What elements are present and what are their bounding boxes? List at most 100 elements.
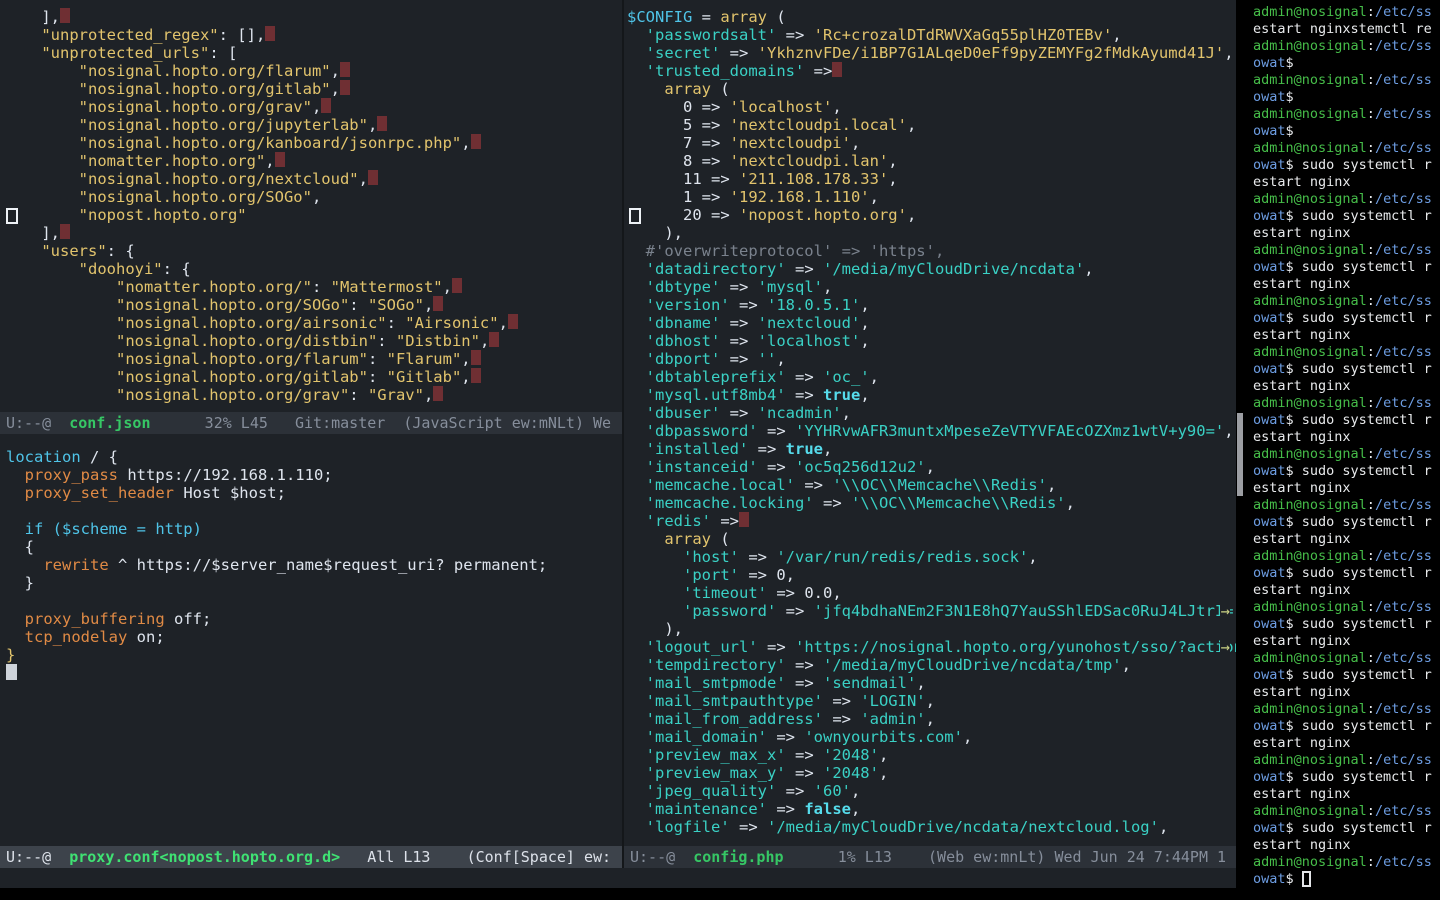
code-segment: : bbox=[1367, 4, 1375, 20]
code-segment: admin@nosignal bbox=[1253, 599, 1367, 615]
code-segment bbox=[4, 80, 79, 98]
modeline-proxy-conf: U:--@ proxy.conf<nopost.hopto.org.d> All… bbox=[0, 846, 622, 868]
code-line: 'jpeg_quality' => '60', bbox=[627, 782, 1230, 800]
code-segment: 'passwordsalt' bbox=[646, 26, 777, 44]
code-segment: "Distbin" bbox=[396, 332, 480, 350]
code-line: admin@nosignal:/etc/ss bbox=[1253, 854, 1440, 871]
code-segment: /etc/ss bbox=[1375, 701, 1432, 717]
code-segment: tcp_nodelay bbox=[25, 628, 128, 646]
code-line: "nosignal.hopto.org/distbin": "Distbin", bbox=[4, 332, 622, 350]
code-segment: 'jpeg_quality' bbox=[646, 782, 777, 800]
code-segment: 'nextcloudpi' bbox=[730, 134, 851, 152]
code-area-config-php[interactable]: $CONFIG = array ( 'passwordsalt' => 'Rc+… bbox=[624, 0, 1236, 846]
code-segment: , bbox=[480, 332, 489, 350]
code-segment: estart nginx bbox=[1253, 225, 1351, 241]
code-segment bbox=[627, 512, 646, 530]
code-line: "nosignal.hopto.org/gitlab", bbox=[4, 80, 622, 98]
code-segment: "nosignal.hopto.org/nextcloud" bbox=[79, 170, 359, 188]
code-line: owat$ sudo systemctl r bbox=[1253, 463, 1440, 480]
code-line: 'dbtableprefix' => 'oc_', bbox=[627, 368, 1230, 386]
code-area-conf-json[interactable]: ], "unprotected_regex": [], "unprotected… bbox=[0, 0, 622, 412]
echo-area[interactable] bbox=[0, 868, 1236, 888]
terminal-scrollbar[interactable] bbox=[1237, 413, 1243, 496]
code-line: 'passwordsalt' => 'Rc+crozalDTdRWVXaGq55… bbox=[627, 26, 1230, 44]
code-segment: 0 => bbox=[627, 98, 730, 116]
code-segment: 1 => bbox=[627, 188, 730, 206]
code-line: owat$ sudo systemctl r bbox=[1253, 412, 1440, 429]
code-line: 'datadirectory' => '/media/myCloudDrive/… bbox=[627, 260, 1230, 278]
code-line: array ( bbox=[627, 530, 1230, 548]
code-segment bbox=[627, 638, 646, 656]
code-segment: '\\OC\\Memcache\\Redis' bbox=[832, 476, 1047, 494]
code-segment: 'redis' bbox=[646, 512, 711, 530]
code-segment: ), bbox=[627, 224, 683, 242]
code-segment: owat bbox=[1253, 259, 1286, 275]
code-segment: "nosignal.hopto.org/kanboard/jsonrpc.php… bbox=[79, 134, 462, 152]
code-segment: : bbox=[1367, 650, 1375, 666]
code-segment: $ bbox=[1286, 55, 1294, 71]
code-segment: , bbox=[424, 296, 433, 314]
code-line: admin@nosignal:/etc/ss bbox=[1253, 599, 1440, 616]
code-segment: : bbox=[1367, 344, 1375, 360]
code-segment bbox=[627, 314, 646, 332]
code-segment bbox=[4, 26, 41, 44]
code-segment: owat bbox=[1253, 310, 1286, 326]
code-segment: : bbox=[1367, 242, 1375, 258]
code-segment: : bbox=[1367, 803, 1375, 819]
editor-pane-proxy-conf[interactable]: location / { proxy_pass https://192.168.… bbox=[0, 434, 624, 868]
code-segment: '' bbox=[758, 350, 777, 368]
code-segment: , bbox=[860, 296, 869, 314]
code-segment: 'dbport' bbox=[646, 350, 721, 368]
code-segment: estart nginx bbox=[1253, 684, 1351, 700]
editor-pane-conf-json[interactable]: ], "unprotected_regex": [], "unprotected… bbox=[0, 0, 624, 434]
code-segment bbox=[6, 628, 25, 646]
code-segment: /etc/ss bbox=[1375, 140, 1432, 156]
code-segment: , bbox=[860, 332, 869, 350]
code-line: proxy_buffering off; bbox=[6, 610, 622, 628]
code-segment bbox=[627, 260, 646, 278]
code-segment: 'ncadmin' bbox=[758, 404, 842, 422]
code-segment: : bbox=[1367, 293, 1375, 309]
code-line: ], bbox=[4, 224, 622, 242]
code-segment: $ sudo systemctl r bbox=[1286, 310, 1432, 326]
code-line: "nomatter.hopto.org/": "Mattermost", bbox=[4, 278, 622, 296]
code-segment: "nosignal.hopto.org/flarum" bbox=[79, 62, 331, 80]
code-segment: "unprotected_urls" bbox=[41, 44, 209, 62]
code-segment: 'memcache.local' bbox=[646, 476, 795, 494]
code-line: 0 => 'localhost', bbox=[627, 98, 1230, 116]
code-segment bbox=[6, 484, 25, 502]
code-segment: /etc/ss bbox=[1375, 395, 1432, 411]
code-line bbox=[6, 592, 622, 610]
trailing-whitespace-marker bbox=[739, 512, 749, 527]
code-line: proxy_set_header Host $host; bbox=[6, 484, 622, 502]
code-segment: admin@nosignal bbox=[1253, 854, 1367, 870]
code-segment: admin@nosignal bbox=[1253, 497, 1367, 513]
code-segment: : bbox=[1367, 395, 1375, 411]
code-segment: owat bbox=[1253, 871, 1286, 887]
code-segment: admin@nosignal bbox=[1253, 38, 1367, 54]
editor-pane-config-php[interactable]: $CONFIG = array ( 'passwordsalt' => 'Rc+… bbox=[624, 0, 1236, 868]
code-segment: /etc/ss bbox=[1375, 854, 1432, 870]
code-segment: : bbox=[1367, 548, 1375, 564]
code-line: 'dbuser' => 'ncadmin', bbox=[627, 404, 1230, 422]
code-segment: , bbox=[879, 764, 888, 782]
code-line: $CONFIG = array ( bbox=[627, 8, 1230, 26]
terminal-pane[interactable]: admin@nosignal:/etc/ssestart nginxstemct… bbox=[1245, 0, 1440, 900]
code-segment: "Mattermost" bbox=[331, 278, 443, 296]
code-segment: 7 => bbox=[627, 134, 730, 152]
code-line: owat$ sudo systemctl r bbox=[1253, 616, 1440, 633]
code-segment: , bbox=[823, 278, 832, 296]
code-segment bbox=[6, 520, 25, 538]
code-line: 'trusted_domains' => bbox=[627, 62, 1230, 80]
code-area-proxy-conf[interactable]: location / { proxy_pass https://192.168.… bbox=[0, 434, 622, 846]
code-segment bbox=[627, 656, 646, 674]
code-segment: $ sudo systemctl r bbox=[1286, 463, 1432, 479]
code-segment bbox=[627, 404, 646, 422]
code-line: 8 => 'nextcloudpi.lan', bbox=[627, 152, 1230, 170]
code-segment: => bbox=[786, 386, 823, 404]
code-segment: $ sudo systemctl r bbox=[1286, 157, 1432, 173]
code-segment: "nosignal.hopto.org/gitlab" bbox=[116, 368, 368, 386]
code-segment: 'version' bbox=[646, 296, 730, 314]
code-segment: admin@nosignal bbox=[1253, 548, 1367, 564]
code-segment: 'jfq4bdhaNEm2F3N1E8hQ7YauSShlEDSac0RuJ4L… bbox=[814, 602, 1236, 620]
